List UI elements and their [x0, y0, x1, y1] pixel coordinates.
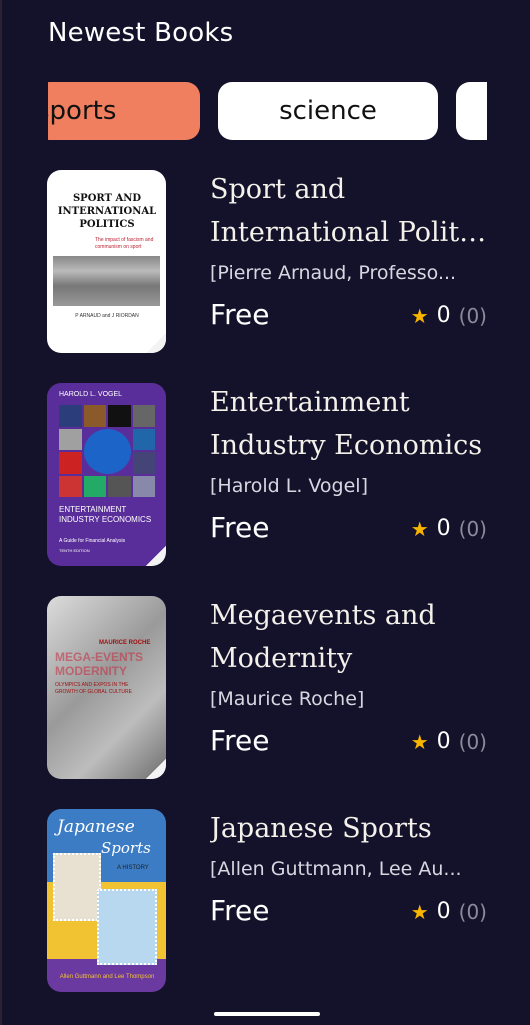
cover-title: MEGA-EVENTS MODERNITY: [55, 650, 144, 678]
cover-title: ENTERTAINMENT INDUSTRY ECONOMICS: [59, 505, 152, 524]
cover-title-1: Japanese: [57, 817, 135, 837]
book-title: Japanese Sports: [210, 807, 487, 850]
cover-subtitle: A Guide for Financial Analysis: [59, 538, 126, 544]
book-rating: ★ 0 (0): [411, 899, 487, 924]
home-indicator[interactable]: [214, 1012, 320, 1016]
book-cover[interactable]: SPORT AND INTERNATIONAL POLITICS The imp…: [47, 170, 166, 353]
book-item[interactable]: HAROLD L. VOGEL ENTERTAINMENT INDUSTRY E…: [47, 383, 487, 568]
rating-value: 0: [436, 899, 451, 924]
book-author: [Maurice Roche]: [210, 688, 365, 710]
rating-count: (0): [458, 899, 487, 924]
cover-stamp-right: [97, 889, 157, 965]
star-icon: ★: [410, 516, 429, 541]
book-author: [Allen Guttmann, Lee Au...: [210, 858, 462, 880]
book-title-line2: International Politi...: [210, 217, 487, 248]
book-price: Free: [210, 298, 270, 331]
book-title-line2: Modernity: [210, 643, 353, 674]
rating-count: (0): [458, 303, 487, 328]
cover-subtitle: The impact of fascism and communism on s…: [95, 237, 154, 250]
book-price: Free: [210, 724, 270, 757]
rating-value: 0: [436, 729, 451, 754]
cover-mosaic: [59, 405, 155, 497]
star-icon: ★: [410, 729, 429, 754]
book-title-line1: Japanese Sports: [210, 813, 432, 844]
book-title-line1: Megaevents and: [210, 600, 436, 631]
chip-label: science: [279, 96, 377, 126]
star-icon: ★: [410, 899, 429, 924]
book-title-line2: Industry Economics: [210, 430, 483, 461]
book-author: [Harold L. Vogel]: [210, 475, 368, 497]
chip-partial[interactable]: [456, 82, 487, 140]
cover-subtitle: A HISTORY: [117, 865, 149, 871]
cover-author: HAROLD L. VOGEL: [59, 391, 123, 398]
chip-label: sports: [48, 96, 117, 126]
book-title: Sport and International Politi...: [210, 168, 487, 254]
cover-authors: P ARNAUD and J RIORDAN: [75, 313, 139, 319]
book-title-line1: Entertainment: [210, 387, 410, 418]
book-price: Free: [210, 511, 270, 544]
book-rating: ★ 0 (0): [411, 303, 487, 328]
section-title: Newest Books: [48, 18, 234, 48]
book-title-line1: Sport and: [210, 174, 346, 205]
app-screen: Newest Books sports science SPORT AND IN…: [0, 0, 530, 1025]
cover-title-2: Sports: [101, 839, 151, 857]
cover-subtitle: OLYMPICS AND EXPOS IN THE GROWTH OF GLOB…: [55, 682, 132, 695]
rating-count: (0): [458, 729, 487, 754]
rating-count: (0): [458, 516, 487, 541]
book-rating: ★ 0 (0): [411, 516, 487, 541]
book-title: Entertainment Industry Economics: [210, 381, 487, 467]
cover-stamp-left: [53, 853, 101, 921]
book-author: [Pierre Arnaud, Professo...: [210, 262, 457, 284]
page-curl-icon: [146, 333, 166, 353]
chip-science[interactable]: science: [218, 82, 438, 140]
category-chips: sports science: [48, 82, 487, 142]
rating-value: 0: [436, 303, 451, 328]
rating-value: 0: [436, 516, 451, 541]
book-cover[interactable]: HAROLD L. VOGEL ENTERTAINMENT INDUSTRY E…: [47, 383, 166, 566]
cover-authors: Allen Guttmann and Lee Thompson: [59, 974, 155, 980]
cover-title: SPORT AND INTERNATIONAL POLITICS: [57, 193, 157, 230]
book-cover[interactable]: MAURICE ROCHE MEGA-EVENTS MODERNITY OLYM…: [47, 596, 166, 779]
book-item[interactable]: MAURICE ROCHE MEGA-EVENTS MODERNITY OLYM…: [47, 596, 487, 781]
book-cover[interactable]: Japanese Sports A HISTORY Allen Guttmann…: [47, 809, 166, 992]
cover-edition: TENTH EDITION: [59, 548, 90, 553]
star-icon: ★: [410, 303, 429, 328]
chip-sports[interactable]: sports: [48, 82, 200, 140]
book-item[interactable]: SPORT AND INTERNATIONAL POLITICS The imp…: [47, 170, 487, 355]
book-item[interactable]: Japanese Sports A HISTORY Allen Guttmann…: [47, 809, 487, 994]
page-curl-icon: [146, 759, 166, 779]
book-price: Free: [210, 894, 270, 927]
book-title: Megaevents and Modernity: [210, 594, 487, 680]
page-curl-icon: [146, 546, 166, 566]
cover-author: MAURICE ROCHE: [99, 640, 151, 646]
cover-photo: [53, 256, 160, 306]
book-rating: ★ 0 (0): [411, 729, 487, 754]
